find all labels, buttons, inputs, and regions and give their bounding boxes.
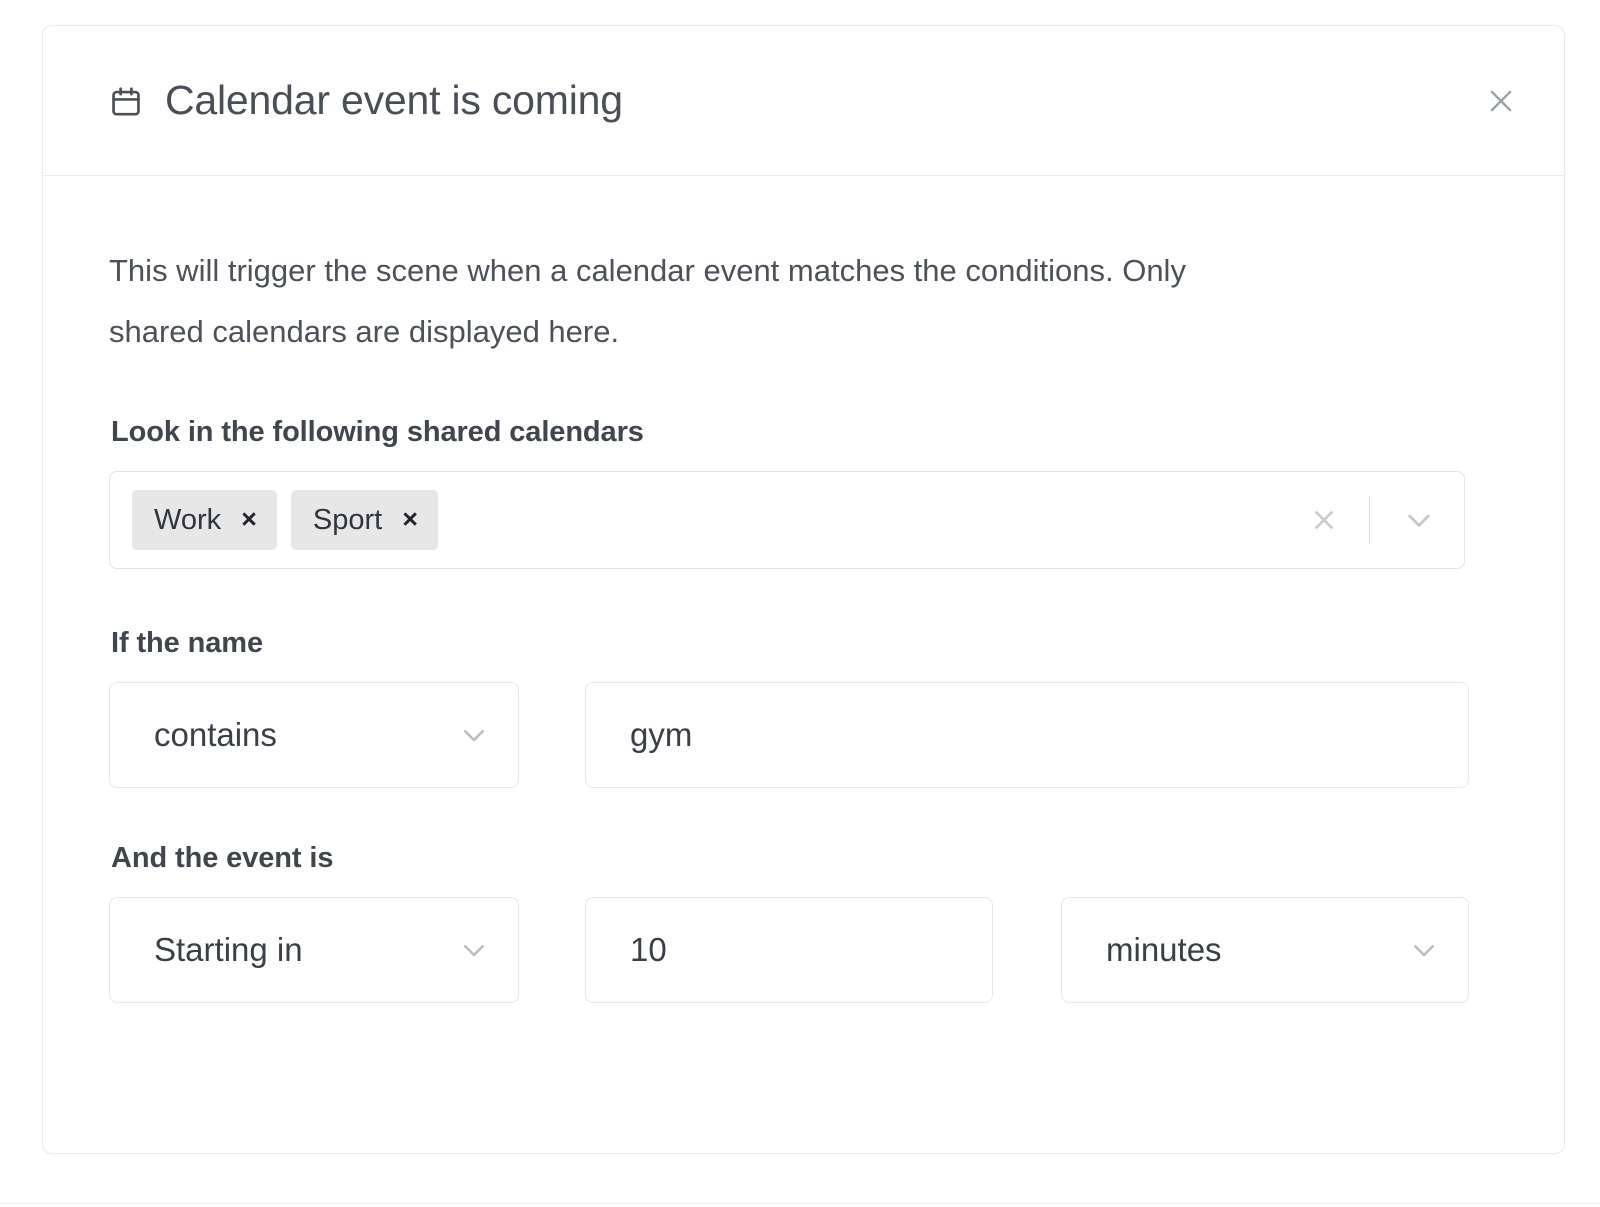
multiselect-divider [1369, 496, 1370, 545]
calendar-icon [109, 83, 143, 119]
event-condition-row: Starting in 10 minutes [109, 897, 1498, 1004]
card-body: This will trigger the scene when a calen… [43, 176, 1564, 1004]
name-operator-select[interactable]: contains [109, 682, 519, 789]
event-unit-select[interactable]: minutes [1061, 897, 1469, 1004]
event-timing-value: Starting in [154, 931, 303, 969]
name-value-text: gym [630, 716, 693, 754]
calendar-chip[interactable]: Sport × [290, 490, 439, 551]
name-value-input[interactable]: gym [585, 682, 1469, 789]
page-bottom-divider [0, 1203, 1600, 1204]
trigger-config-card: Calendar event is coming This will trigg… [42, 25, 1565, 1154]
multiselect-actions [1297, 493, 1446, 547]
page-title: Calendar event is coming [165, 76, 623, 123]
calendar-chip[interactable]: Work × [132, 490, 277, 551]
close-button[interactable] [1478, 78, 1524, 124]
chevron-down-icon [452, 928, 496, 972]
calendars-field-label: Look in the following shared calendars [111, 416, 644, 449]
selected-calendar-chips: Work × Sport × [132, 490, 1297, 551]
event-amount-input[interactable]: 10 [585, 897, 993, 1004]
chevron-down-icon[interactable] [1392, 493, 1446, 547]
name-operator-value: contains [154, 716, 277, 754]
event-unit-value: minutes [1106, 931, 1222, 969]
description-text: This will trigger the scene when a calen… [109, 253, 1186, 350]
name-condition-label: If the name [111, 627, 263, 660]
chip-remove-icon[interactable]: × [402, 505, 418, 533]
event-condition-label: And the event is [111, 842, 334, 875]
card-header: Calendar event is coming [43, 26, 1564, 176]
chip-label: Work [154, 503, 222, 536]
chip-label: Sport [312, 503, 383, 536]
shared-calendars-multiselect[interactable]: Work × Sport × [109, 471, 1465, 570]
chevron-down-icon [452, 713, 496, 757]
chevron-down-icon [1402, 928, 1446, 972]
clear-icon[interactable] [1297, 493, 1351, 547]
event-timing-select[interactable]: Starting in [109, 897, 519, 1004]
close-icon [1484, 84, 1518, 118]
header-title-group: Calendar event is coming [109, 76, 1478, 123]
name-condition-row: contains gym [109, 682, 1498, 789]
event-amount-text: 10 [630, 931, 667, 969]
chip-remove-icon[interactable]: × [241, 505, 257, 533]
